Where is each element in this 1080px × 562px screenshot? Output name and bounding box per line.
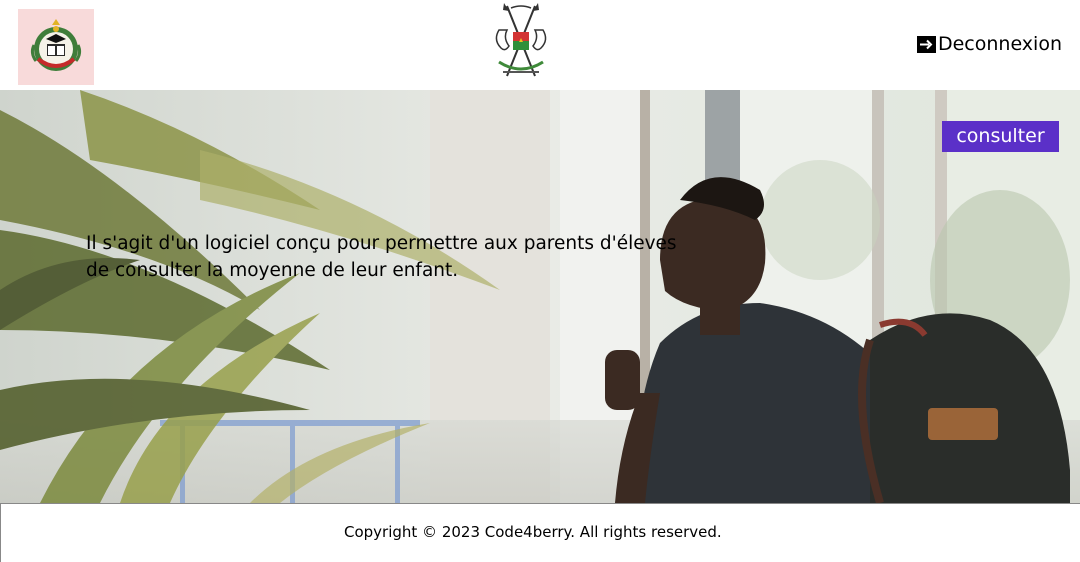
hero-description: Il s'agit d'un logiciel conçu pour perme… [86, 233, 677, 281]
logout-label: Deconnexion [937, 33, 1062, 55]
hero-background-photo [0, 90, 1080, 503]
logout-button[interactable]: Deconnexion [916, 33, 1062, 55]
national-emblem [485, 2, 557, 86]
burkina-faso-coat-of-arms-icon [495, 3, 547, 77]
school-logo [18, 9, 94, 85]
hero-banner: consulter Il s'agit d'un logiciel conçu … [0, 90, 1080, 503]
consult-button[interactable]: consulter [942, 121, 1059, 152]
school-crest-icon [30, 19, 82, 71]
logout-arrow-icon [916, 35, 936, 53]
footer: Copyright © 2023 Code4berry. All rights … [0, 503, 1080, 562]
header: Deconnexion [0, 0, 1080, 90]
copyright-text: Copyright © 2023 Code4berry. All rights … [344, 523, 722, 541]
